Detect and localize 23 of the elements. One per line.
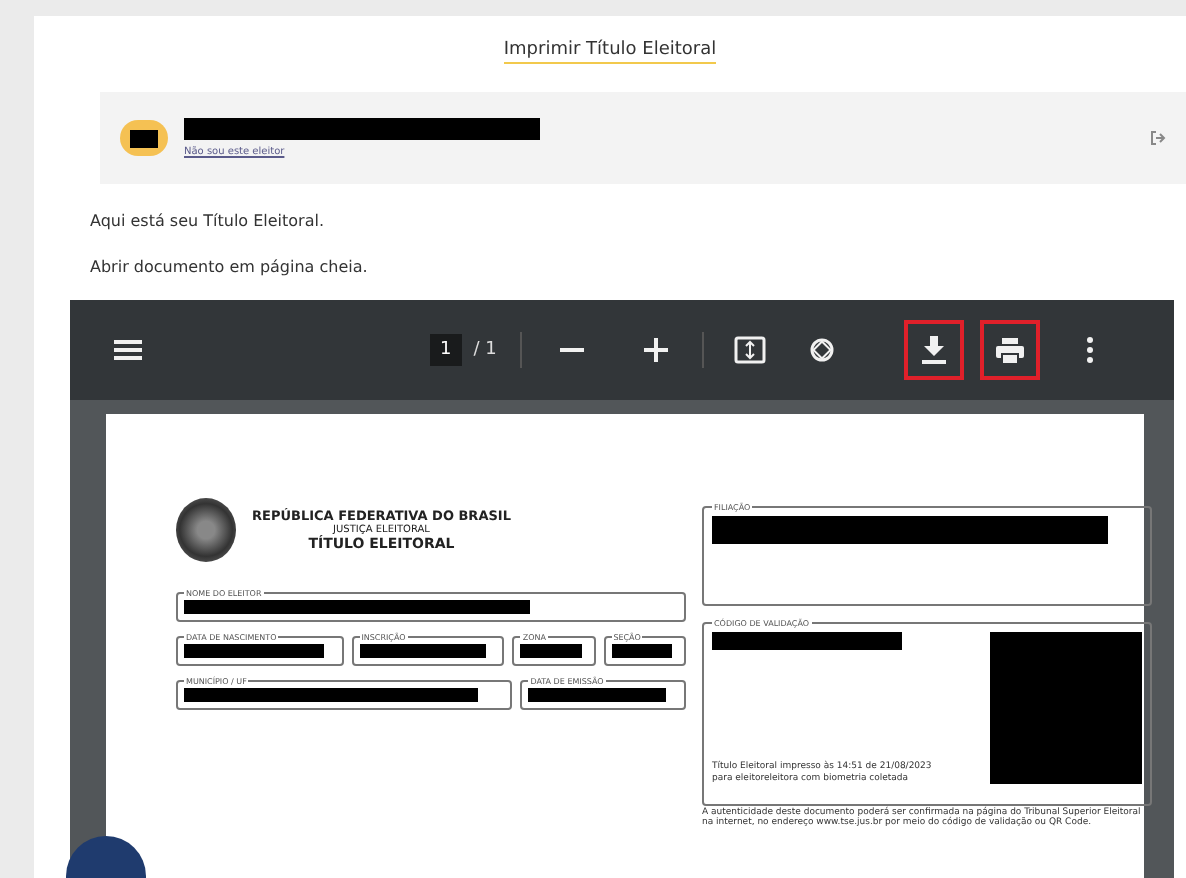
fit-page-icon (734, 336, 767, 364)
redaction-bar (130, 129, 158, 147)
page-number-field[interactable]: 1 (430, 334, 462, 366)
coat-of-arms-emblem (176, 498, 236, 562)
page-title: Imprimir Título Eleitoral (503, 40, 717, 64)
print-icon (996, 337, 1025, 363)
download-icon (922, 336, 947, 364)
more-icon (1086, 336, 1095, 364)
redaction-bar (359, 644, 486, 658)
plus-icon (644, 338, 669, 362)
message-text: Aqui está seu Título Eleitoral. (90, 212, 327, 230)
redaction-bar (184, 644, 324, 658)
logout-icon[interactable] (1150, 130, 1166, 146)
open-full-page-link[interactable]: Abrir documento em página cheia. (90, 258, 1186, 276)
menu-icon (114, 338, 142, 362)
redaction-bar (528, 688, 667, 702)
redaction-bar (611, 644, 673, 658)
page-total: / 1 (473, 340, 497, 360)
print-button[interactable] (980, 320, 1041, 380)
minus-icon (560, 348, 585, 352)
redaction-bar (520, 644, 583, 658)
rotate-icon (808, 336, 837, 364)
download-button[interactable] (904, 320, 965, 380)
